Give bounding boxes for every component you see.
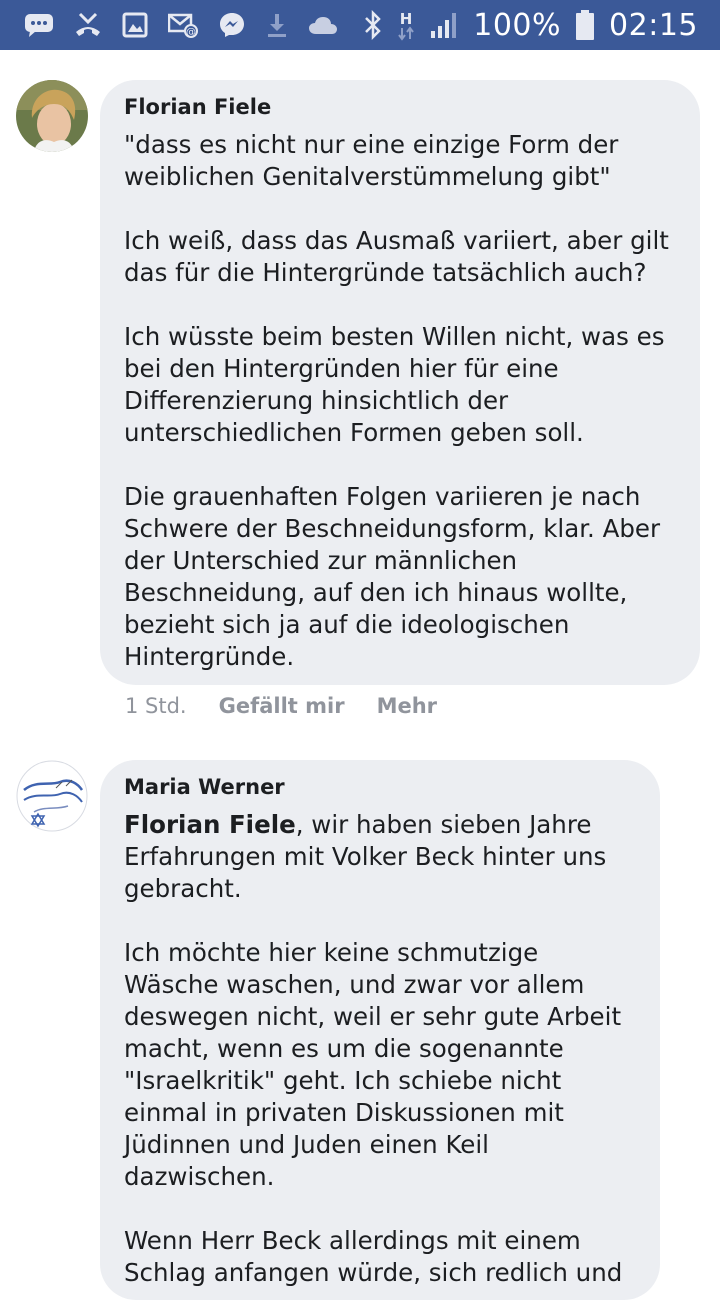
battery-percent: 100% — [473, 7, 562, 43]
battery-icon — [576, 10, 595, 40]
comment-paragraph: Ich wüsste beim besten Willen nicht, was… — [124, 322, 665, 447]
status-bar: @ H 100% 02:15 — [0, 0, 720, 50]
profile-photo — [16, 80, 88, 152]
like-button[interactable]: Gefällt mir — [219, 694, 345, 718]
svg-text:@: @ — [186, 27, 196, 38]
comment-actions: 1 Std. Gefällt mir Mehr — [125, 694, 437, 718]
comment-paragraph: Wenn Herr Beck allerdings mit einem Schl… — [124, 1226, 623, 1287]
comment-paragraph: Ich weiß, dass das Ausmaß variiert, aber… — [124, 226, 669, 287]
comment-bubble: Maria Werner Florian Fiele, wir haben si… — [100, 760, 660, 1300]
email-icon: @ — [168, 13, 198, 38]
mention-link[interactable]: Florian Fiele — [124, 810, 296, 839]
clock: 02:15 — [609, 7, 698, 43]
svg-text:H: H — [400, 10, 413, 28]
israel-flag-drawing — [16, 760, 88, 832]
comment-paragraph: Florian Fiele, wir haben sieben Jahre Er… — [124, 809, 636, 905]
comment-author[interactable]: Maria Werner — [124, 773, 636, 801]
comment-bubble: Florian Fiele "dass es nicht nur eine ei… — [100, 80, 700, 685]
messenger-icon — [220, 13, 244, 37]
cloud-icon — [309, 17, 337, 34]
image-icon — [122, 12, 148, 38]
comment-timestamp[interactable]: 1 Std. — [125, 694, 187, 718]
comment-paragraph: "dass es nicht nur eine einzige Form der… — [124, 130, 619, 191]
comment-author[interactable]: Florian Fiele — [124, 93, 676, 121]
signal-icon — [431, 13, 457, 38]
comment-paragraph: Die grauenhaften Folgen variieren je nac… — [124, 482, 661, 671]
network-h-icon: H — [398, 10, 415, 41]
missed-call-icon — [76, 12, 100, 36]
avatar[interactable] — [16, 760, 88, 832]
download-icon — [268, 14, 286, 37]
bluetooth-icon — [365, 10, 382, 40]
avatar[interactable] — [16, 80, 88, 152]
comment-paragraph: Ich möchte hier keine schmutzige Wäsche … — [124, 938, 622, 1191]
more-button[interactable]: Mehr — [377, 694, 437, 718]
message-icon — [25, 14, 53, 37]
